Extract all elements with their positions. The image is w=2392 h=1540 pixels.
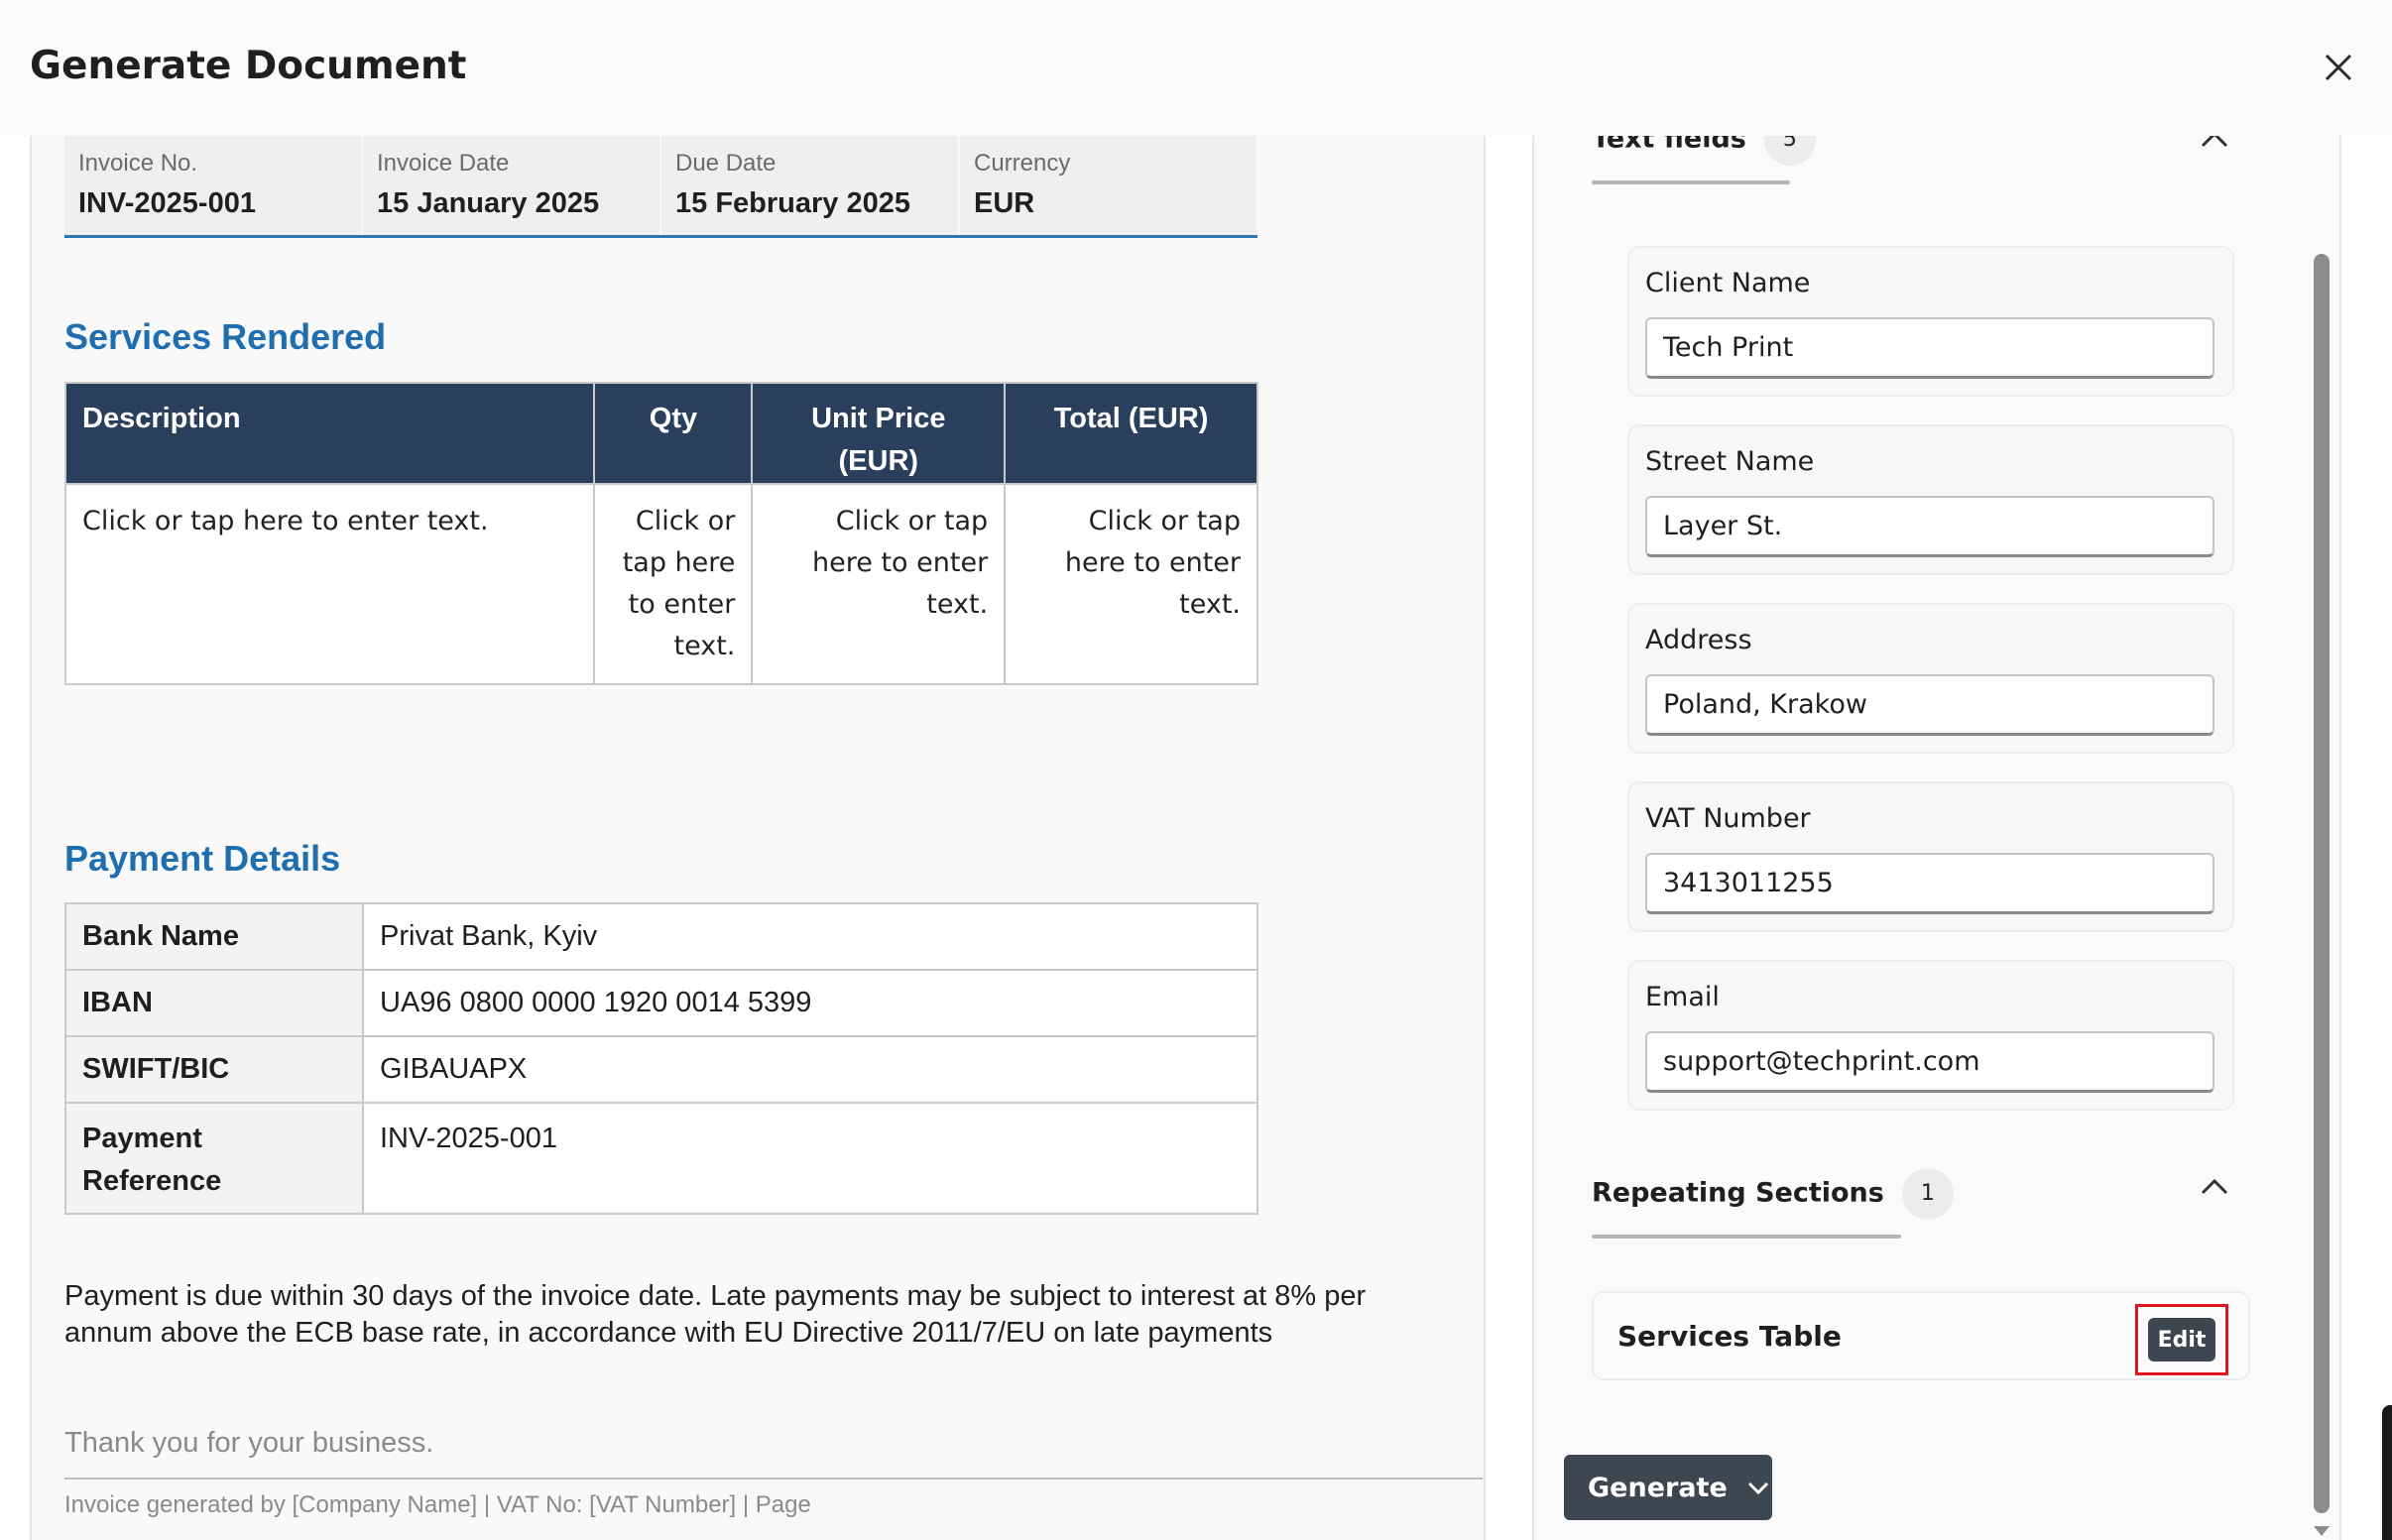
field-label: Address	[1645, 625, 1752, 655]
street-name-input[interactable]	[1645, 496, 2214, 557]
field-label: VAT Number	[1645, 803, 1811, 834]
modal-title: Generate Document	[30, 44, 467, 88]
meta-invoice-date: Invoice Date 15 January 2025	[363, 136, 659, 235]
document-preview: Invoice No. INV-2025-001 Invoice Date 15…	[30, 136, 1486, 1540]
repeating-count-badge: 1	[1901, 1168, 1954, 1220]
field-label: Client Name	[1645, 268, 1811, 298]
payment-table: Bank Name Privat Bank, Kyiv IBAN UA96 08…	[64, 902, 1258, 1215]
meta-label: Due Date	[675, 150, 777, 177]
chevron-up-icon[interactable]	[2199, 1177, 2230, 1197]
field-street-name: Street Name	[1627, 424, 2234, 575]
payment-note: Payment is due within 30 days of the inv…	[64, 1280, 1367, 1349]
scroll-down-arrow-icon[interactable]	[2313, 1525, 2331, 1537]
field-client-name: Client Name	[1627, 246, 2234, 397]
field-vat-number: VAT Number	[1627, 781, 2234, 932]
field-label: Street Name	[1645, 446, 1815, 477]
meta-value: 15 January 2025	[377, 187, 600, 219]
meta-value: 15 February 2025	[675, 187, 910, 219]
client-name-input[interactable]	[1645, 317, 2214, 379]
meta-label: Invoice Date	[377, 150, 510, 177]
footer-divider	[64, 1478, 1483, 1480]
payment-value: Privat Bank, Kyiv	[362, 902, 1258, 971]
modal-header: Generate Document	[0, 0, 2392, 136]
address-input[interactable]	[1645, 674, 2214, 736]
services-title: Services Rendered	[64, 316, 387, 357]
services-table: Description Qty Unit Price (EUR) Total (…	[63, 382, 1258, 685]
table-row: Payment Reference INV-2025-001	[64, 1102, 1258, 1215]
cell-description[interactable]: Click or tap here to enter text.	[63, 483, 596, 685]
meta-value: INV-2025-001	[78, 187, 256, 219]
edit-highlight: Edit	[2135, 1304, 2228, 1375]
cell-unit-price[interactable]: Click or tap here to enter text.	[751, 483, 1007, 685]
thanks-text: Thank you for your business.	[64, 1427, 434, 1459]
repeating-underline	[1592, 1235, 1901, 1239]
repeating-sections-header[interactable]: Repeating Sections 1	[1592, 1168, 1954, 1220]
col-description: Description	[63, 382, 596, 485]
email-input[interactable]	[1645, 1031, 2214, 1093]
payment-title: Payment Details	[64, 838, 341, 879]
payment-value: INV-2025-001	[362, 1102, 1258, 1215]
services-table-label: Services Table	[1617, 1320, 1842, 1353]
table-row: SWIFT/BIC GIBAUAPX	[64, 1035, 1258, 1104]
edit-services-table-button[interactable]: Edit	[2148, 1318, 2215, 1362]
payment-key: Payment Reference	[64, 1102, 364, 1215]
col-unit-price: Unit Price (EUR)	[751, 382, 1007, 485]
close-icon[interactable]	[2319, 48, 2358, 87]
meta-invoice-no: Invoice No. INV-2025-001	[64, 136, 361, 235]
text-fields-underline	[1592, 180, 1790, 184]
meta-value: EUR	[974, 187, 1035, 219]
payment-value: UA96 0800 0000 1920 0014 5399	[362, 969, 1258, 1037]
window-edge	[2382, 1405, 2392, 1540]
scrollbar-thumb[interactable]	[2314, 254, 2330, 1513]
field-label: Email	[1645, 982, 1720, 1012]
field-email: Email	[1627, 960, 2234, 1111]
generate-label: Generate	[1588, 1472, 1728, 1503]
footer-text: Invoice generated by [Company Name] | VA…	[64, 1491, 811, 1518]
col-qty: Qty	[593, 382, 754, 485]
meta-currency: Currency EUR	[960, 136, 1256, 235]
table-row: IBAN UA96 0800 0000 1920 0014 5399	[64, 969, 1258, 1037]
payment-key: Bank Name	[64, 902, 364, 971]
invoice-meta-row: Invoice No. INV-2025-001 Invoice Date 15…	[64, 136, 1257, 238]
table-row: Click or tap here to enter text. Click o…	[63, 483, 1258, 685]
chevron-down-icon[interactable]	[1746, 1480, 1770, 1495]
text-fields-header[interactable]: Text fields 5	[1592, 136, 1816, 166]
payment-value: GIBAUAPX	[362, 1035, 1258, 1104]
text-fields-label: Text fields	[1592, 136, 1746, 155]
table-row: Bank Name Privat Bank, Kyiv	[64, 902, 1258, 971]
payment-key: SWIFT/BIC	[64, 1035, 364, 1104]
generate-button[interactable]: Generate	[1564, 1455, 1772, 1520]
meta-due-date: Due Date 15 February 2025	[661, 136, 958, 235]
col-total: Total (EUR)	[1004, 382, 1258, 485]
repeating-sections-label: Repeating Sections	[1592, 1177, 1884, 1209]
text-fields-count-badge: 5	[1763, 136, 1816, 166]
meta-label: Invoice No.	[78, 150, 198, 177]
field-address: Address	[1627, 603, 2234, 754]
chevron-up-icon[interactable]	[2199, 136, 2230, 150]
payment-key: IBAN	[64, 969, 364, 1037]
cell-qty[interactable]: Click or tap here to enter text.	[593, 483, 754, 685]
vat-number-input[interactable]	[1645, 853, 2214, 914]
meta-label: Currency	[974, 150, 1071, 177]
cell-total[interactable]: Click or tap here to enter text.	[1004, 483, 1258, 685]
